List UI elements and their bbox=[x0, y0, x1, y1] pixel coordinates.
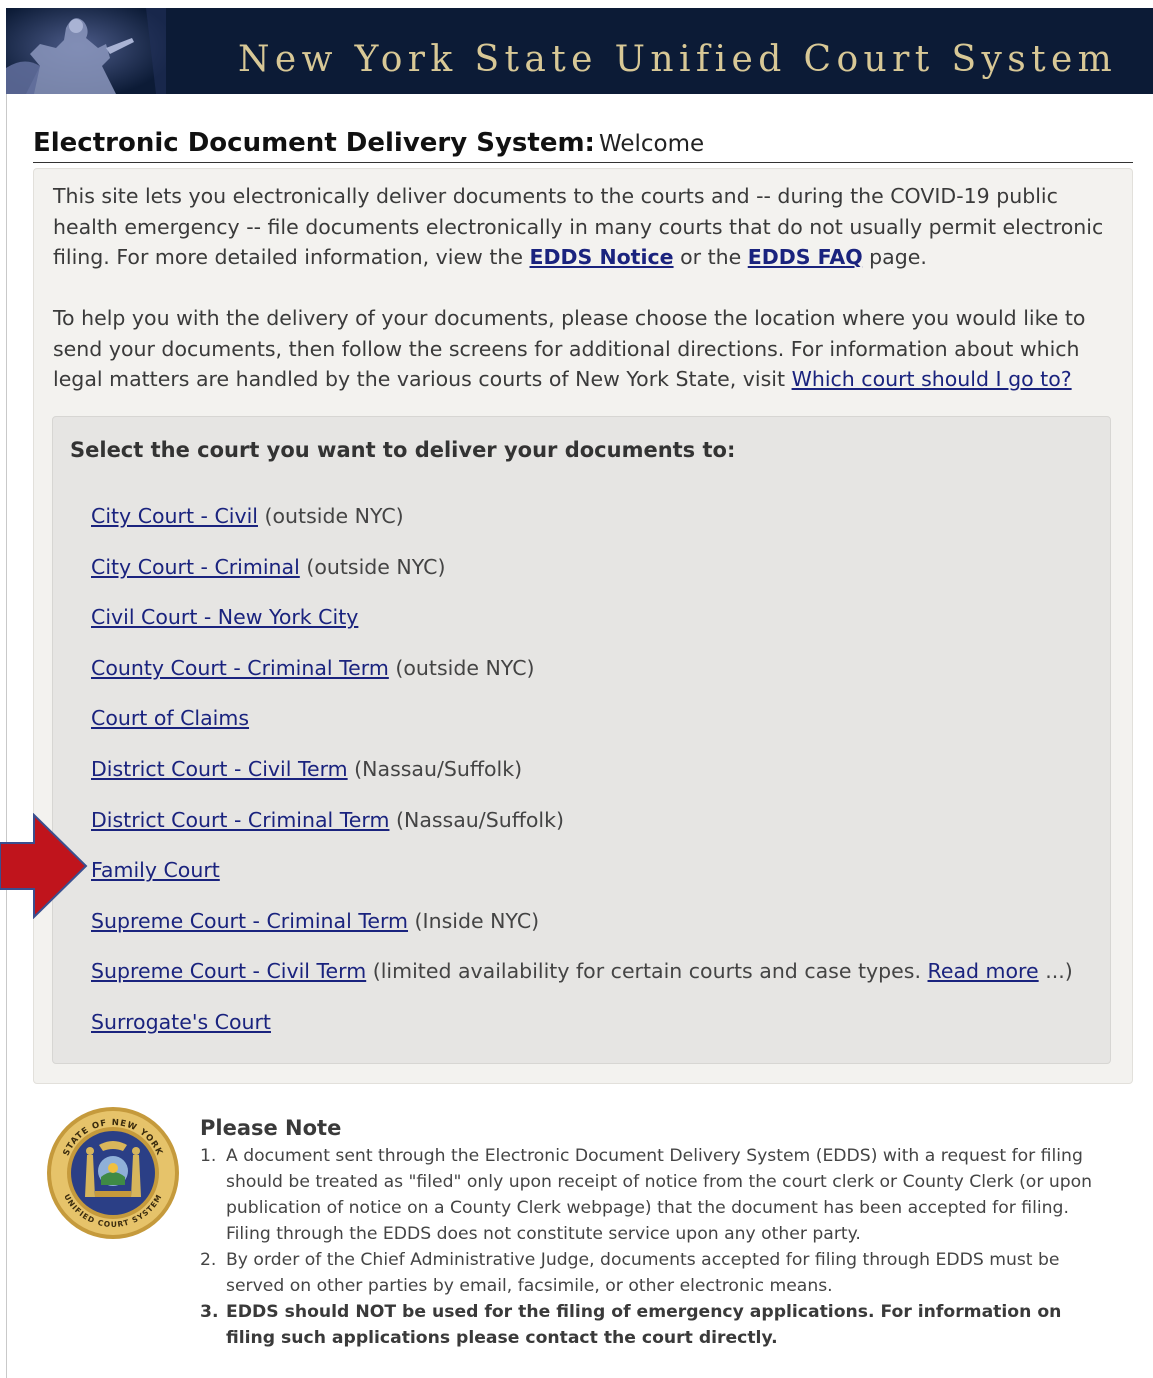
court-list-item: Court of Claims bbox=[91, 702, 1101, 753]
court-link-family[interactable]: Family Court bbox=[91, 858, 220, 882]
intro-paragraph-2: To help you with the delivery of your do… bbox=[53, 303, 1123, 395]
court-link-civil-nyc[interactable]: Civil Court - New York City bbox=[91, 605, 358, 629]
court-link-supreme-civil[interactable]: Supreme Court - Civil Term bbox=[91, 959, 366, 983]
note-item: 1. A document sent through the Electronic… bbox=[200, 1143, 1100, 1247]
court-system-seal-icon: STATE OF NEW YORK UNIFIED COURT SYSTEM bbox=[47, 1107, 179, 1239]
intro-paragraph-1: This site lets you electronically delive… bbox=[53, 181, 1123, 273]
court-list-item: Supreme Court - Civil Term (limited avai… bbox=[91, 955, 1101, 1006]
note-text: By order of the Chief Administrative Jud… bbox=[226, 1250, 1060, 1296]
court-note: ...) bbox=[1045, 959, 1073, 984]
note-text: A document sent through the Electronic D… bbox=[226, 1146, 1093, 1244]
court-note: (outside NYC) bbox=[395, 655, 535, 680]
court-note: (outside NYC) bbox=[306, 554, 446, 579]
please-note-list: 1. A document sent through the Electronic… bbox=[200, 1143, 1100, 1351]
intro-text: or the bbox=[673, 245, 748, 269]
court-note: (Nassau/Suffolk) bbox=[395, 807, 564, 832]
court-list-item: District Court - Civil Term (Nassau/Suff… bbox=[91, 753, 1101, 804]
court-list-item: District Court - Criminal Term (Nassau/S… bbox=[91, 804, 1101, 855]
page-title: Electronic Document Delivery System: Welc… bbox=[33, 128, 1133, 163]
court-note: (limited availability for certain courts… bbox=[372, 959, 921, 984]
court-link-city-civil[interactable]: City Court - Civil bbox=[91, 504, 258, 528]
court-list-item: County Court - Criminal Term (outside NY… bbox=[91, 652, 1101, 703]
court-list-item: Family Court bbox=[91, 854, 1101, 905]
court-note: (outside NYC) bbox=[264, 504, 404, 528]
court-link-supreme-criminal[interactable]: Supreme Court - Criminal Term bbox=[91, 909, 408, 933]
court-list-item: City Court - Civil (outside NYC) bbox=[91, 500, 1101, 551]
page-title-strong: Electronic Document Delivery System: bbox=[33, 128, 595, 158]
lady-justice-statue-icon bbox=[6, 8, 166, 94]
court-list-item: Surrogate's Court bbox=[91, 1006, 1101, 1057]
which-court-link[interactable]: Which court should I go to? bbox=[792, 367, 1072, 391]
note-text: EDDS should NOT be used for the filing o… bbox=[226, 1302, 1062, 1348]
court-list-item: Civil Court - New York City bbox=[91, 601, 1101, 652]
read-more-link[interactable]: Read more bbox=[928, 959, 1039, 983]
court-list-item: Supreme Court - Criminal Term (Inside NY… bbox=[91, 905, 1101, 956]
court-selection-panel: Select the court you want to deliver you… bbox=[52, 416, 1111, 1064]
note-item: 2. By order of the Chief Administrative J… bbox=[200, 1247, 1100, 1299]
court-note: (Nassau/Suffolk) bbox=[354, 756, 523, 781]
court-link-district-civil[interactable]: District Court - Civil Term bbox=[91, 757, 348, 781]
court-link-claims[interactable]: Court of Claims bbox=[91, 706, 249, 730]
court-note: (Inside NYC) bbox=[414, 908, 540, 933]
intro-text: page. bbox=[862, 245, 927, 269]
site-title: New York State Unified Court System bbox=[238, 39, 1118, 80]
note-number: 3. bbox=[200, 1302, 219, 1322]
court-selection-heading: Select the court you want to deliver you… bbox=[70, 438, 736, 462]
please-note-title: Please Note bbox=[200, 1116, 342, 1140]
court-list: City Court - Civil (outside NYC) City Co… bbox=[91, 500, 1101, 1057]
court-link-district-criminal[interactable]: District Court - Criminal Term bbox=[91, 808, 389, 832]
note-number: 1. bbox=[200, 1146, 217, 1166]
court-link-city-criminal[interactable]: City Court - Criminal bbox=[91, 555, 300, 579]
edds-notice-link[interactable]: EDDS Notice bbox=[530, 245, 674, 269]
please-note-section: Please Note 1. A document sent through th… bbox=[200, 1114, 1100, 1351]
page-title-sub: Welcome bbox=[598, 131, 705, 157]
court-link-county-criminal[interactable]: County Court - Criminal Term bbox=[91, 656, 389, 680]
note-item: 3. EDDS should NOT be used for the filing… bbox=[200, 1299, 1100, 1351]
edds-faq-link[interactable]: EDDS FAQ bbox=[748, 245, 863, 269]
site-banner: New York State Unified Court System bbox=[6, 8, 1153, 94]
court-link-surrogates[interactable]: Surrogate's Court bbox=[91, 1010, 271, 1034]
court-list-item: City Court - Criminal (outside NYC) bbox=[91, 551, 1101, 602]
red-arrow-icon bbox=[0, 813, 88, 919]
note-number: 2. bbox=[200, 1250, 217, 1270]
